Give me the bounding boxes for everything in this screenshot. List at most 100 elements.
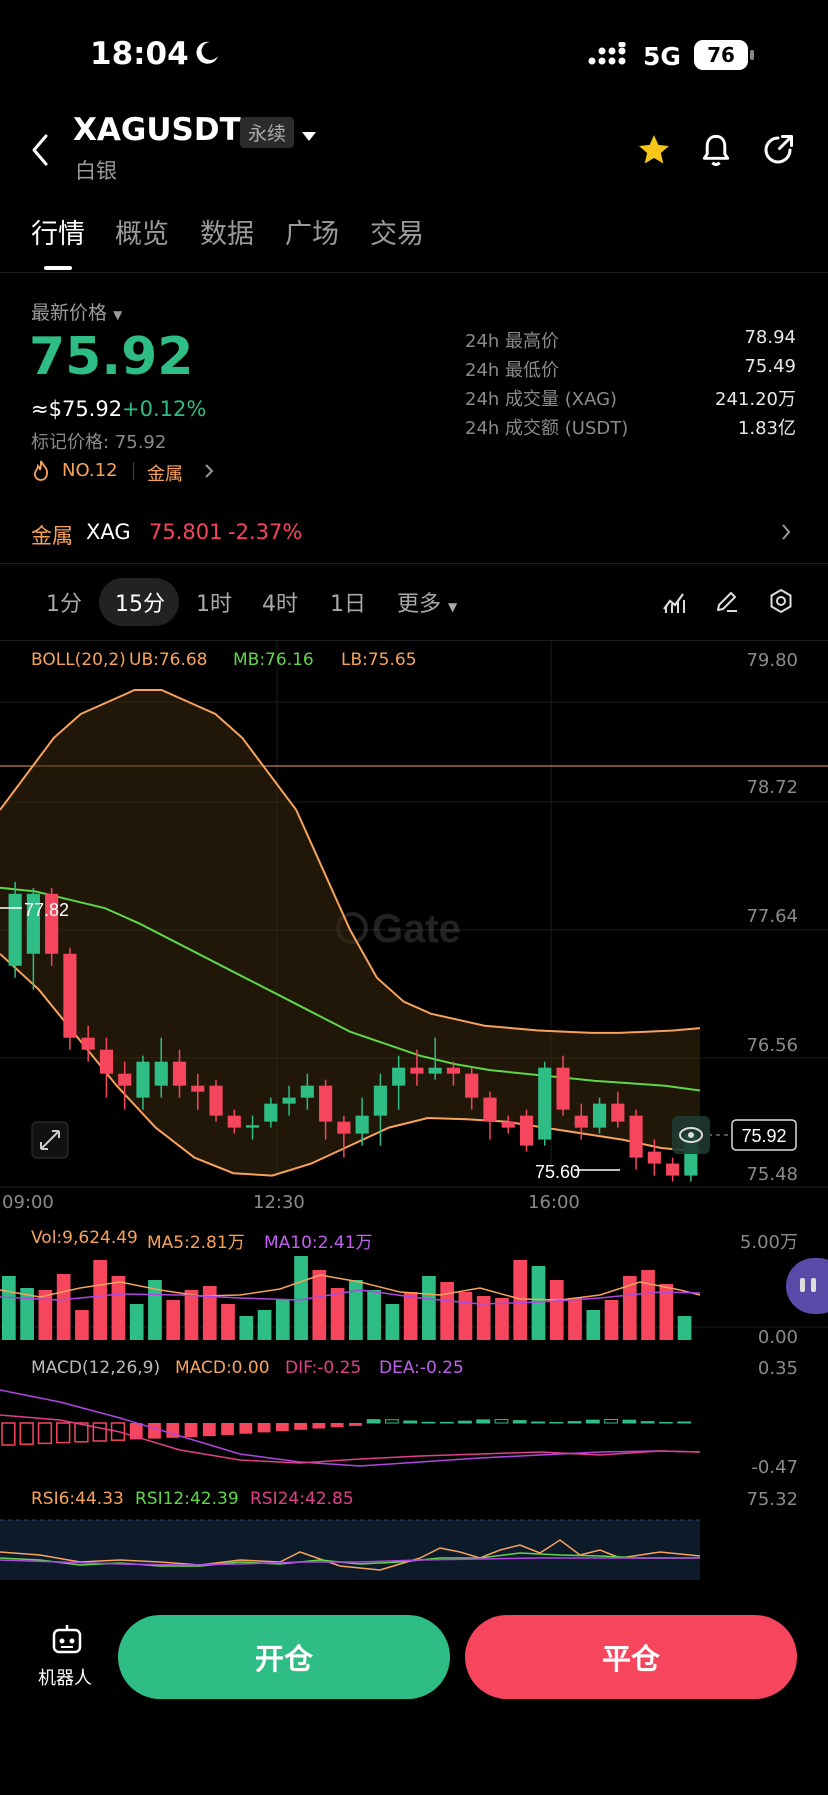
battery-icon: 76 [694,40,748,70]
battery-level: 76 [707,43,735,67]
rsi24: RSI24:42.85 [250,1489,354,1509]
volume-bar [677,1316,692,1340]
star-icon[interactable] [636,132,672,172]
macd-axis-max: 0.35 [757,1358,798,1379]
macd-bar [221,1423,234,1435]
candle-body [63,953,77,1038]
candle-body [264,1103,278,1122]
volume-bar [75,1310,89,1340]
macd-bar [658,1421,673,1424]
status-time: 18:04 [90,36,189,72]
candle-body [611,1103,625,1122]
candle-body [99,1049,114,1074]
macd-bar [476,1419,491,1424]
symbol-subtitle: 白银 [75,159,117,183]
usd-price: ≈$75.92 [31,397,123,421]
volume-bar [568,1298,582,1340]
candle-body [392,1067,406,1086]
tab-square[interactable]: 广场 [285,212,339,251]
watermark-text: Gate [372,907,461,951]
related-category: 金属 [31,524,73,548]
volume-bar [549,1280,564,1340]
candle-body [629,1115,643,1158]
timeframe-4h[interactable]: 4时 [262,586,298,618]
macd-bar [1,1422,16,1446]
timeframe-15m[interactable]: 15分 [115,586,165,618]
dropdown-caret-icon[interactable] [301,127,317,146]
stat-value: 78.94 [744,327,796,348]
share-icon[interactable] [760,132,796,172]
volume-bar [641,1270,655,1340]
candle-body [501,1121,515,1128]
candle-body [592,1103,607,1128]
stat-label: 24h 最高价 [465,331,560,352]
tab-overview[interactable]: 概览 [115,212,169,251]
macd-bar [640,1421,655,1424]
macd-dea: DEA:-0.25 [379,1358,464,1378]
macd-label: MACD(12,26,9) [31,1358,161,1378]
boll-ub: UB:76.68 [129,650,208,670]
indicator-icon[interactable] [661,589,687,619]
related-price: 75.801 [149,520,223,544]
low-marker-label: 75.60 [535,1162,580,1182]
related-market-row[interactable]: 金属 XAG 75.801 -2.37% [0,500,828,560]
candle-body [209,1085,223,1116]
candle-body [245,1125,260,1128]
volume-bar [531,1266,546,1340]
candle-body [191,1085,205,1092]
price-change: +0.12% [122,397,207,421]
timeframe-1m[interactable]: 1分 [46,586,82,618]
timeframe-1h[interactable]: 1时 [196,586,232,618]
last-price-label[interactable]: 最新价格 ▼ [31,298,122,325]
kline-chart[interactable]: Gate 77.82 75.60 75.92 [0,640,828,1580]
macd-bar [439,1421,454,1424]
volume-bar [495,1298,509,1340]
rsi-band [0,1520,700,1580]
timeframe-more[interactable]: 更多 ▼ [397,586,457,618]
category-link[interactable]: 金属 [147,460,183,486]
bell-icon[interactable] [698,132,734,174]
chart-settings-icon[interactable] [767,587,795,619]
symbol-title[interactable]: XAGUSDT [73,112,241,148]
mark-price: 标记价格: 75.92 [31,432,167,453]
time-axis-label: 16:00 [528,1192,580,1213]
handle-bar [811,1278,816,1292]
rank-badge[interactable]: NO.12 [62,460,118,481]
volume-bar [476,1296,491,1340]
volume-bar [166,1300,181,1340]
candle-body [172,1061,187,1086]
candle-body [319,1085,333,1122]
back-icon[interactable] [28,128,52,176]
macd-bar [677,1421,692,1424]
volume-bar [221,1304,235,1340]
robot-icon [50,1622,84,1660]
macd-axis-min: -0.47 [751,1457,798,1478]
tab-data[interactable]: 数据 [200,212,254,251]
macd-bar [312,1423,326,1429]
open-position-button[interactable]: 开仓 [118,1615,450,1699]
handle-bar [800,1278,805,1292]
expand-icon[interactable] [31,1121,69,1159]
timeframe-1d[interactable]: 1日 [330,586,366,618]
network-type: 5G [643,42,681,71]
volume-bar [403,1292,418,1340]
macd-bar [512,1420,527,1424]
volume-bar [367,1290,381,1340]
signal-icon [588,42,630,70]
volume-bar [2,1276,16,1340]
stat-label: 24h 最低价 [465,360,560,381]
chevron-right-icon[interactable] [203,462,215,484]
macd-bar [549,1421,564,1424]
tab-market[interactable]: 行情 [31,212,85,251]
close-position-button[interactable]: 平仓 [465,1615,797,1699]
macd-bar [604,1419,618,1424]
robot-button[interactable]: 机器人 [30,1622,104,1692]
boll-label: BOLL(20,2) [31,650,126,670]
tab-trade[interactable]: 交易 [370,212,424,251]
time-axis-label: 12:30 [253,1192,305,1213]
last-price: 75.92 [29,327,194,387]
draw-icon[interactable] [714,588,740,618]
volume-bar [184,1290,199,1340]
macd-bar [531,1421,545,1424]
volume-bar [202,1286,217,1340]
